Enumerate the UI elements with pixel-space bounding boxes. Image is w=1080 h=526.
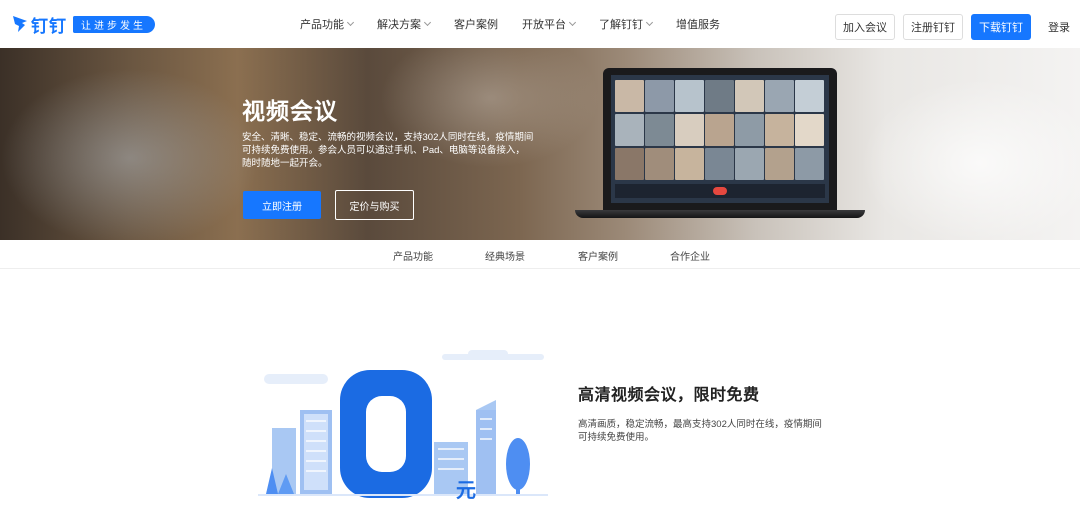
subnav-item-features[interactable]: 产品功能 — [393, 248, 433, 263]
subnav-item-partners[interactable]: 合作企业 — [670, 248, 710, 263]
laptop-video-meeting-image — [575, 68, 865, 224]
feature-title: 高清视频会议，限时免费 — [578, 387, 760, 404]
nav-item-value-added[interactable]: 增值服务 — [676, 16, 720, 32]
login-link[interactable]: 登录 — [1048, 19, 1070, 35]
illustration-yuan-label: 元 — [456, 480, 476, 502]
chevron-down-icon — [423, 18, 432, 27]
nav-item-solutions[interactable]: 解决方案 — [377, 16, 432, 32]
pricing-button[interactable]: 定价与购买 — [335, 190, 414, 220]
dingtalk-bird-icon — [13, 16, 27, 32]
hero-banner: 视频会议 安全、清晰、稳定、流畅的视频会议，支持302人同时在线，疫情期间可持续… — [0, 48, 1080, 240]
register-now-button[interactable]: 立即注册 — [243, 191, 321, 219]
hangup-icon — [713, 187, 727, 195]
chevron-down-icon — [346, 18, 355, 27]
nav-item-open-platform[interactable]: 开放平台 — [522, 16, 577, 32]
feature-description: 高清画质，稳定流畅，最高支持302人同时在线，疫情期间可持续免费使用。 — [578, 419, 822, 443]
chevron-down-icon — [645, 18, 654, 27]
top-navbar: 钉钉 让进步发生 产品功能 解决方案 客户案例 开放平台 了解钉钉 增值服务 加… — [0, 0, 1080, 49]
nav-item-features[interactable]: 产品功能 — [300, 16, 355, 32]
chevron-down-icon — [568, 18, 577, 27]
video-grid-screen — [611, 75, 829, 203]
hero-description: 安全、清晰、稳定、流畅的视频会议，支持302人同时在线，疫情期间可持续免费使用。… — [242, 132, 534, 169]
nav-item-cases[interactable]: 客户案例 — [454, 16, 498, 32]
logo-slogan: 让进步发生 — [73, 15, 155, 33]
dingtalk-logo[interactable]: 钉钉 让进步发生 — [12, 13, 155, 37]
free-meeting-illustration — [258, 350, 548, 498]
hero-title: 视频会议 — [242, 98, 338, 124]
subnav-item-cases[interactable]: 客户案例 — [578, 248, 618, 263]
register-button[interactable]: 注册钉钉 — [903, 14, 963, 40]
logo-text: 钉钉 — [31, 16, 67, 37]
nav-item-about[interactable]: 了解钉钉 — [599, 16, 654, 32]
subnav-item-scenarios[interactable]: 经典场景 — [485, 248, 525, 263]
nav-actions: 加入会议 注册钉钉 下载钉钉 登录 — [827, 14, 1070, 40]
main-nav: 产品功能 解决方案 客户案例 开放平台 了解钉钉 增值服务 — [300, 0, 744, 48]
join-meeting-button[interactable]: 加入会议 — [835, 14, 895, 40]
download-button[interactable]: 下载钉钉 — [971, 14, 1031, 40]
section-subnav: 产品功能 经典场景 客户案例 合作企业 — [0, 240, 1080, 269]
